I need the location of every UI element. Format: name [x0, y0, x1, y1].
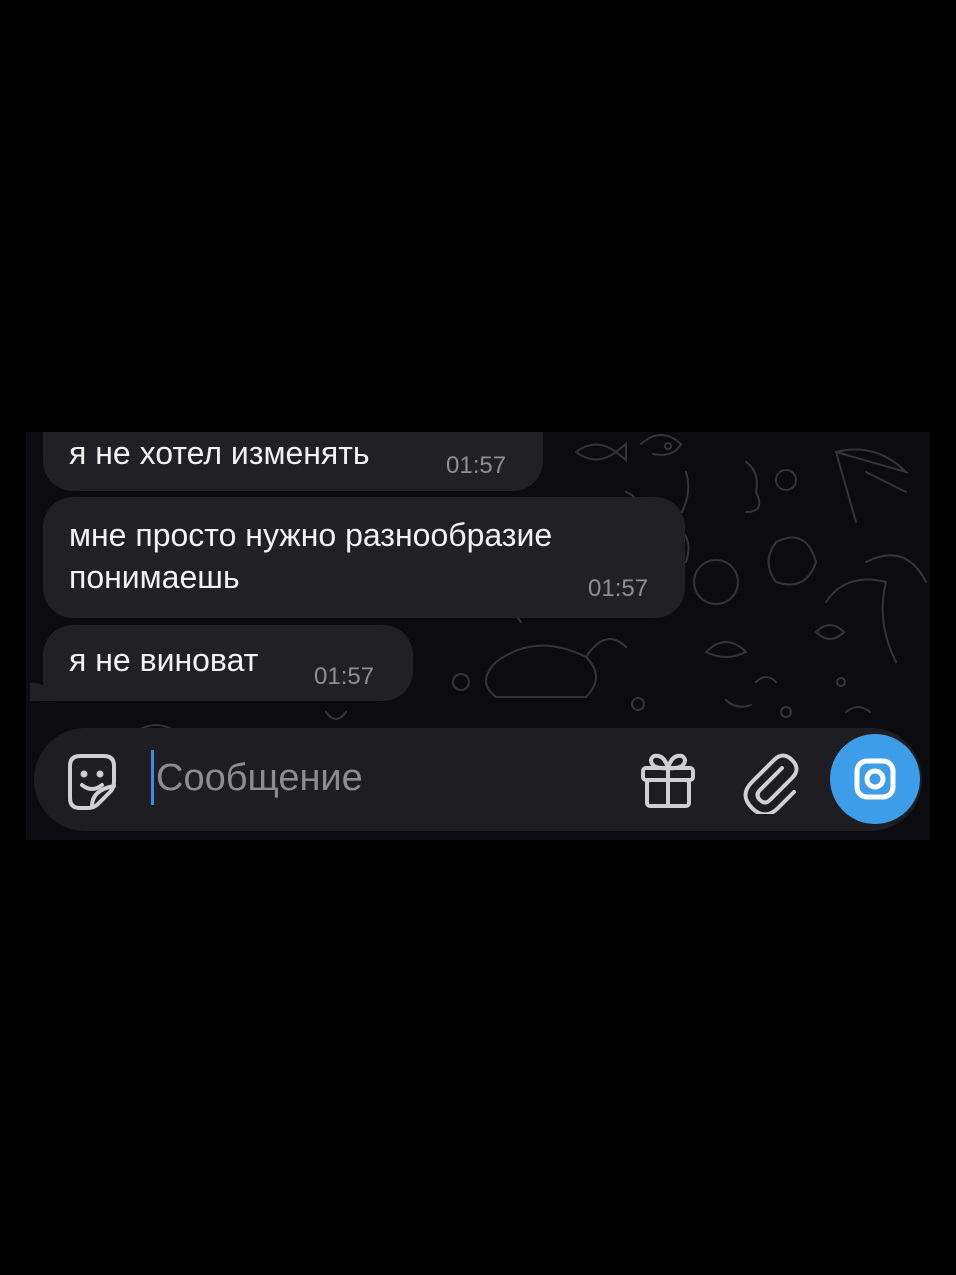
sticker-button[interactable]: [62, 750, 122, 810]
gift-button[interactable]: [637, 750, 699, 812]
camera-button[interactable]: [830, 734, 920, 824]
attach-button[interactable]: [738, 748, 804, 817]
sticker-smile-icon: [68, 754, 116, 810]
gift-icon: [641, 753, 695, 808]
paperclip-icon: [743, 753, 799, 817]
camera-icon: [854, 758, 896, 800]
message-composer: [34, 728, 922, 831]
text-cursor: [151, 750, 154, 805]
message-timestamp: 01:57: [588, 575, 649, 602]
message-timestamp: 01:57: [314, 663, 375, 690]
message-bubble[interactable]: мне просто нужно разнообразие понимаешь …: [43, 497, 685, 618]
message-bubble[interactable]: я не хотел изменять 01:57: [43, 432, 543, 491]
message-input[interactable]: [156, 748, 616, 808]
message-timestamp: 01:57: [446, 452, 507, 479]
message-bubble[interactable]: я не виноват 01:57: [43, 625, 413, 701]
